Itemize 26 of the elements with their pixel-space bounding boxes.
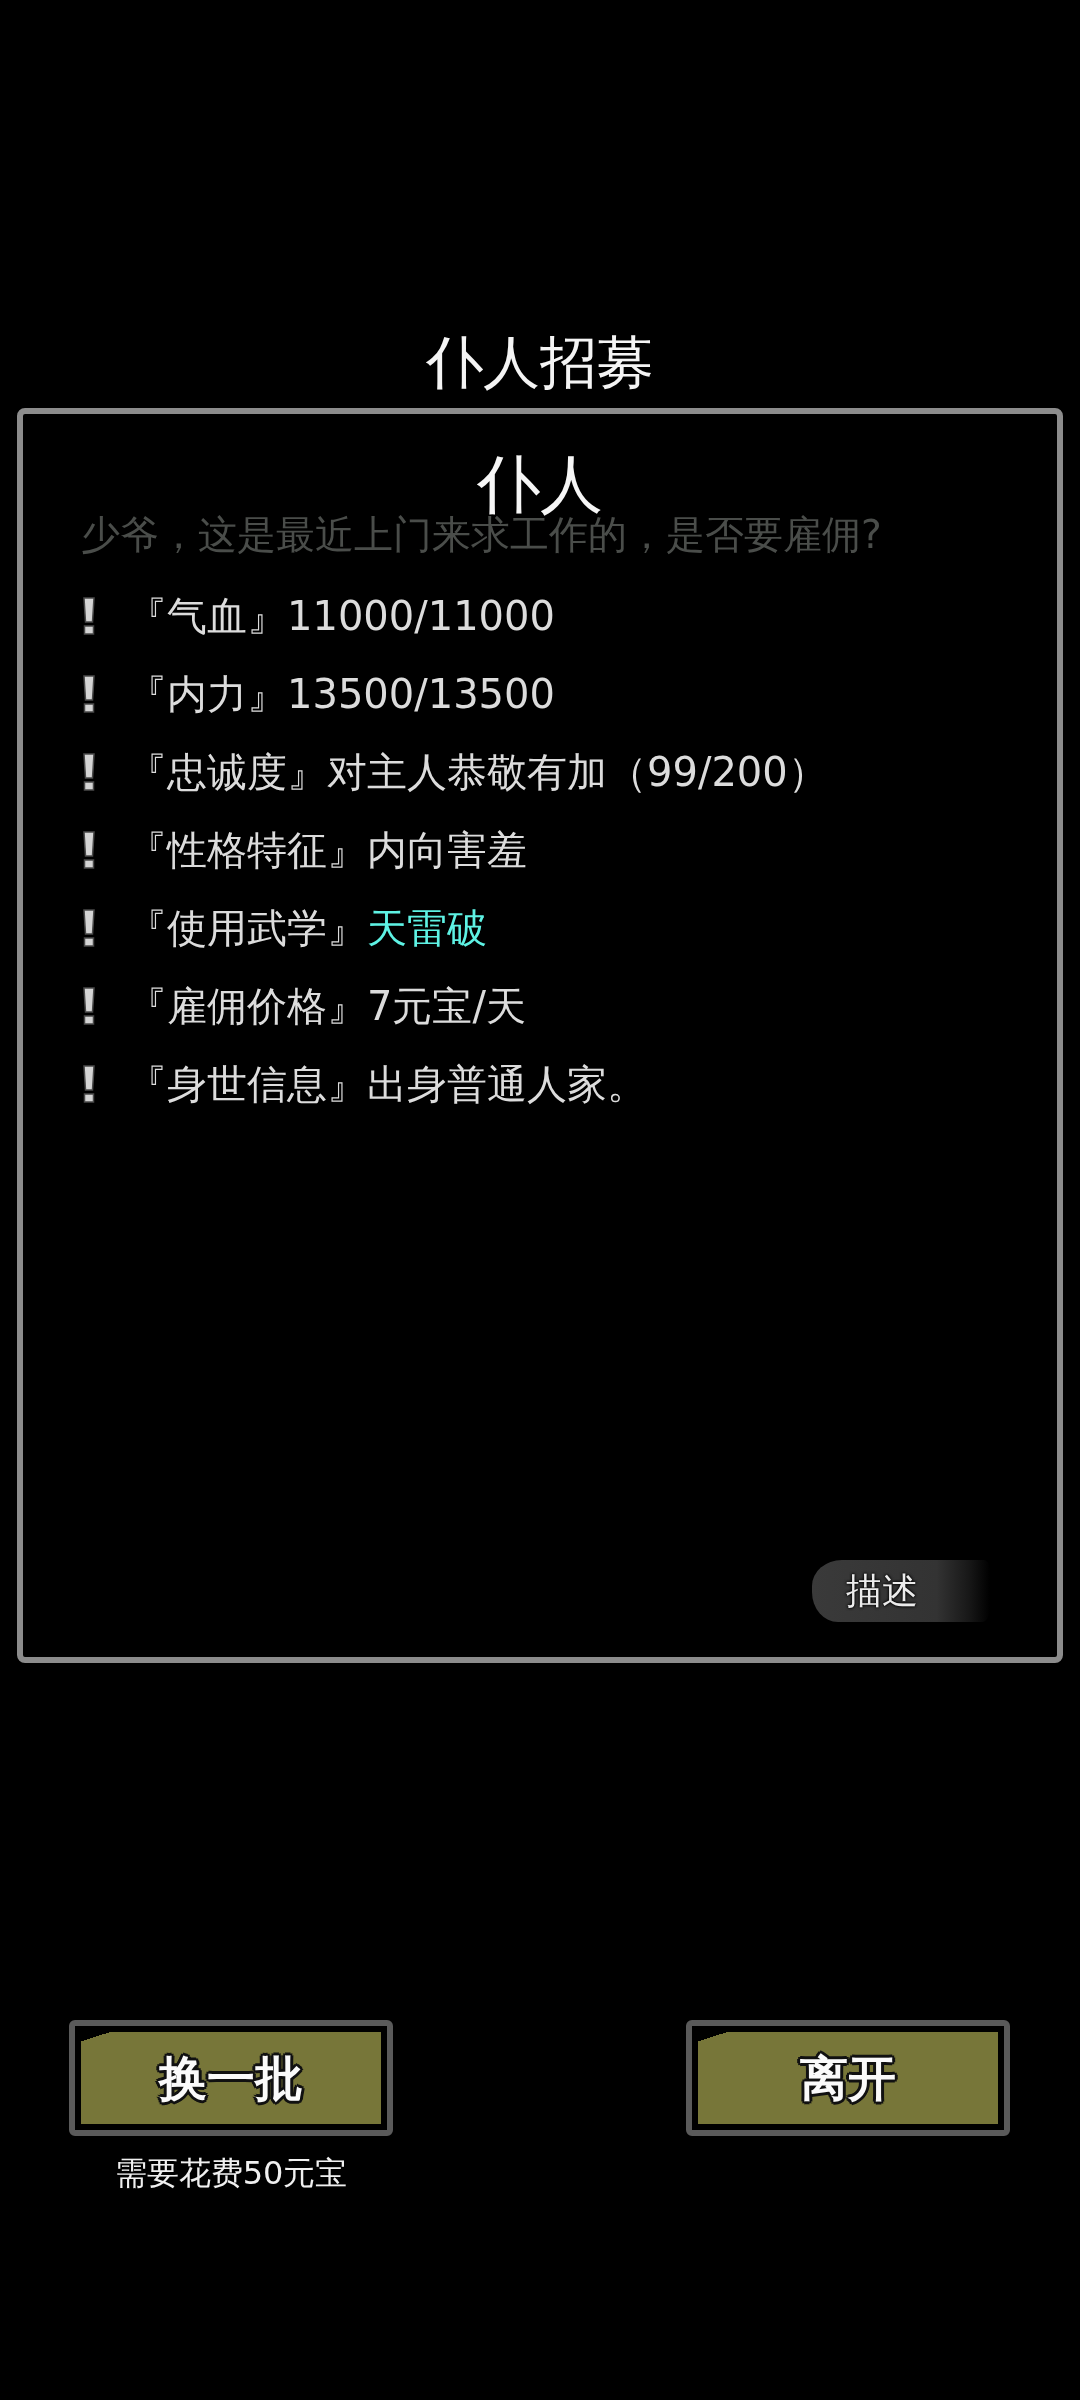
attribute-value: 7元宝/天 (367, 982, 526, 1031)
attribute-value: 13500/13500 (287, 670, 555, 719)
exclamation-icon (81, 908, 97, 948)
describe-button[interactable]: 描述 (812, 1560, 990, 1622)
attribute-label: 『使用武学』 (127, 904, 367, 953)
exclamation-icon (81, 830, 97, 870)
action-button[interactable]: 离开 (686, 2020, 1010, 2136)
exclamation-icon (81, 1064, 97, 1104)
action-button[interactable]: 换一批 (69, 2020, 393, 2136)
attribute-label: 『身世信息』 (127, 1060, 367, 1109)
exclamation-icon (81, 596, 97, 636)
attribute-value: 天雷破 (367, 904, 487, 953)
attribute-label: 『内力』 (127, 670, 287, 719)
cost-note: 需要花费50元宝 (114, 2153, 348, 2194)
attribute-value: 内向害羞 (367, 826, 527, 875)
attribute-label: 『忠诚度』 (127, 748, 327, 797)
attribute-label: 『雇佣价格』 (127, 982, 367, 1031)
attribute-label: 『性格特征』 (127, 826, 367, 875)
attribute-value: 出身普通人家。 (367, 1060, 647, 1109)
page-title: 仆人招募 (426, 328, 654, 396)
attribute-value: 对主人恭敬有加（99/200） (327, 748, 828, 797)
attribute-value: 11000/11000 (287, 592, 555, 641)
exclamation-icon (81, 752, 97, 792)
exclamation-icon (81, 986, 97, 1026)
attribute-label: 『气血』 (127, 592, 287, 641)
exclamation-icon (81, 674, 97, 714)
